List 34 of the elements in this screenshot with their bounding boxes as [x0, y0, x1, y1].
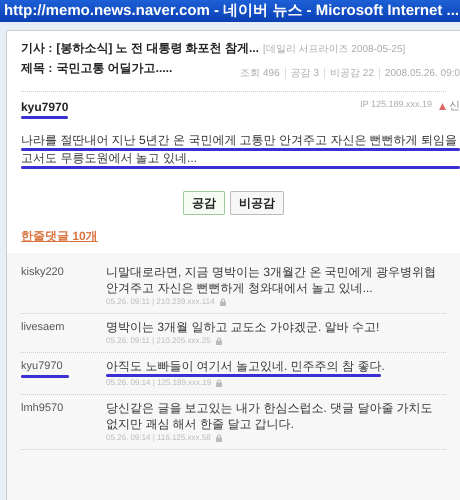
- article-source: [데일리 서프라이즈 2008-05-25]: [263, 44, 406, 55]
- article-label: 기사 :: [21, 41, 52, 55]
- window-title: http://memo.news.naver.com - 네이버 뉴스 - Microsoft Internet ...: [0, 0, 460, 22]
- comment-meta: 05.26. 09:14 | 125.189.xxx.19: [106, 377, 212, 389]
- lock-icon: [214, 337, 223, 345]
- comment-text: 당신같은 글을 보고있는 내가 한심스럽소. 댓글 달아줄 가치도 없지만 괘심 해서 한줄 달고 갑니다.: [106, 400, 434, 432]
- comment-text: 명박이는 3개월 일하고 교도소 가야겠군. 알바 수고!: [106, 319, 380, 335]
- comment-text: 아직도 노빠들이 여기서 놀고있네. 민주주의 참 좋다.: [106, 358, 385, 374]
- comment-meta: 05.26. 09:14 | 116.125.xxx.58: [106, 432, 211, 444]
- post-stat: 비공감 22: [330, 67, 374, 81]
- lock-icon: [215, 379, 224, 387]
- subject-label: 제목 :: [21, 60, 52, 77]
- post-stat: 조회 496: [240, 67, 280, 81]
- comment-author[interactable]: kyu7970: [21, 358, 63, 374]
- author-name[interactable]: kyu7970: [21, 98, 68, 116]
- post-body-line: 고서도 무릉도원에서 놀고 있네...: [21, 151, 198, 166]
- comment-author[interactable]: lmh9570: [21, 400, 64, 416]
- subject-text: 국민고통 어딜가고.....: [56, 60, 172, 77]
- post-stat: 2008.05.26. 09:0: [384, 67, 460, 81]
- post-body-line: 나라를 절딴내어 지난 5년간 온 국민에게 고통만 안겨주고 자신은 뻔뻔하게 퇴임을: [21, 133, 458, 148]
- alert-icon: [438, 102, 447, 111]
- lock-icon: [218, 298, 227, 306]
- post-stat: 공감 3: [290, 67, 320, 81]
- ip-address: IP 125.189.xxx.19: [360, 98, 432, 111]
- comment-meta: 05.26. 09:11 | 210.205.xxx.25: [106, 335, 211, 347]
- lock-icon: [214, 434, 223, 442]
- comment-author[interactable]: kisky220: [21, 264, 64, 280]
- comment-meta: 05.26. 09:11 | 210.239.xxx.114: [106, 296, 215, 308]
- vote-button[interactable]: 공감: [183, 191, 225, 215]
- comment-text: 니말대로라면, 지금 명박이는 3개월간 온 국민에게 광우병위협 안겨주고 자신은 뻔뻔하게 청와대에서 놀고 있네...: [106, 264, 438, 296]
- report-link[interactable]: 신: [449, 98, 460, 114]
- comment-author[interactable]: livesaem: [21, 319, 64, 336]
- vote-button[interactable]: 비공감: [230, 191, 284, 215]
- article-headline: [봉하소식] 노 전 대통령 화포천 참게...: [56, 41, 260, 55]
